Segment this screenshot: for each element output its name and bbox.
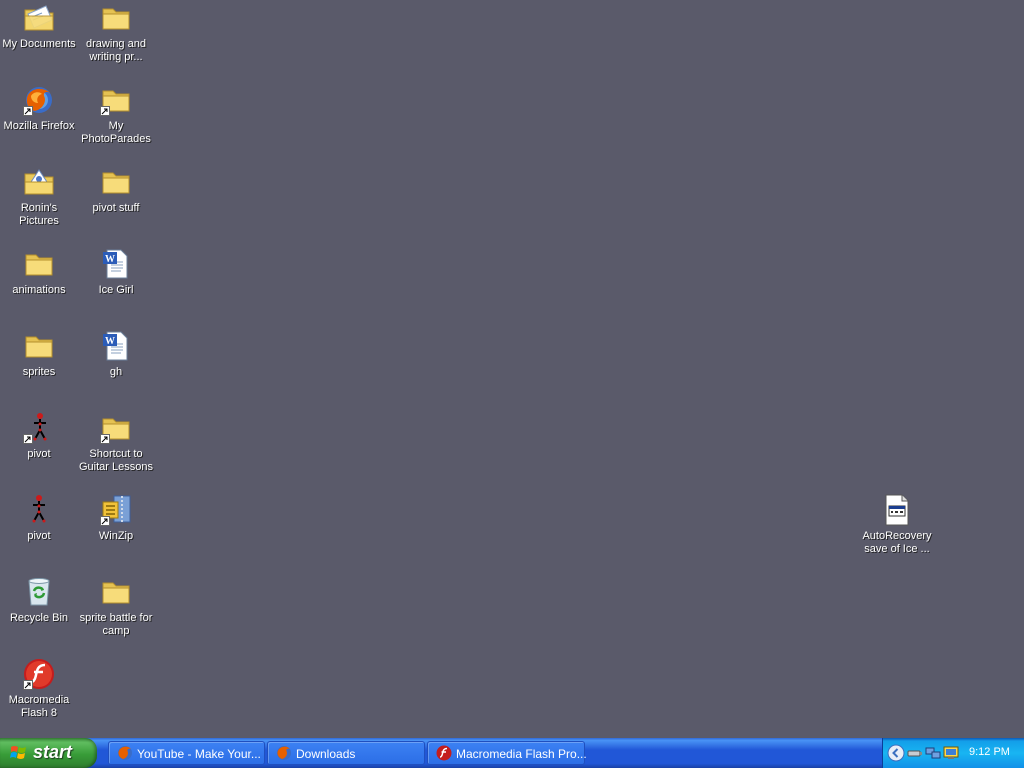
svg-text:W: W	[105, 336, 115, 347]
desktop-icon-winzip[interactable]: WinZip	[77, 494, 155, 543]
desktop-icon-label: animations	[12, 284, 66, 296]
show-hidden-icons-chevron-icon[interactable]	[887, 744, 905, 762]
desktop-icon-label: Mozilla Firefox	[3, 120, 75, 132]
firefox-icon	[118, 746, 132, 760]
desktop-icon-label: sprite battle for camp	[79, 612, 153, 637]
display-monitor-icon[interactable]	[943, 745, 959, 761]
folder-icon	[100, 84, 132, 116]
recycle-bin-icon	[23, 576, 55, 608]
svg-text:W: W	[105, 254, 115, 265]
desktop-icon-label: AutoRecovery save of Ice ...	[862, 530, 932, 555]
desktop-icon-label: pivot stuff	[92, 202, 140, 214]
folder-icon	[23, 248, 55, 280]
desktop-icon-pivot-stuff[interactable]: pivot stuff	[77, 166, 155, 215]
folder-icon	[100, 166, 132, 198]
word-document-icon: W	[100, 330, 132, 362]
pivot-stickman-icon	[23, 412, 55, 444]
winzip-icon	[100, 494, 132, 526]
shortcut-arrow-icon	[100, 106, 110, 116]
desktop-icon-label: drawing and writing pr...	[86, 38, 146, 63]
windows-logo-icon	[10, 746, 26, 759]
desktop-icon-pivot-shortcut[interactable]: pivot	[0, 412, 78, 461]
desktop[interactable]: My Documents Mozilla Firefox Ronin's Pic…	[0, 0, 1024, 738]
word-document-icon: W	[100, 248, 132, 280]
desktop-icon-label: Recycle Bin	[9, 612, 69, 624]
network-icon[interactable]	[925, 745, 941, 761]
flash-icon	[436, 745, 452, 761]
folder-icon	[100, 412, 132, 444]
my-documents-folder-icon	[23, 2, 55, 34]
firefox-icon	[23, 84, 55, 116]
desktop-icon-autorecovery-save[interactable]: AutoRecovery save of Ice ...	[858, 494, 936, 556]
usb-device-icon[interactable]	[907, 745, 923, 761]
desktop-icon-drawing-and-writing[interactable]: drawing and writing pr...	[77, 2, 155, 64]
desktop-icon-label: gh	[109, 366, 123, 378]
pivot-stickman-icon	[23, 494, 55, 526]
folder-icon	[23, 330, 55, 362]
folder-icon	[100, 2, 132, 34]
shortcut-arrow-icon	[23, 106, 33, 116]
desktop-icon-label: Ronin's Pictures	[19, 202, 59, 227]
desktop-icon-label: pivot	[27, 530, 51, 542]
desktop-icon-ronins-pictures[interactable]: Ronin's Pictures	[0, 166, 78, 228]
taskbar-button-macromedia-flash[interactable]: Macromedia Flash Pro...	[427, 741, 587, 765]
shortcut-arrow-icon	[23, 434, 33, 444]
desktop-icon-ice-girl[interactable]: W Ice Girl	[77, 248, 155, 297]
desktop-icon-pivot[interactable]: pivot	[0, 494, 78, 543]
taskbar: start YouTube - Make Your... Downloads M…	[0, 738, 1024, 768]
system-tray: 9:12 PM	[882, 738, 1024, 768]
flash-icon	[23, 658, 55, 690]
desktop-icon-recycle-bin[interactable]: Recycle Bin	[0, 576, 78, 625]
desktop-icon-label: Macromedia Flash 8	[8, 694, 70, 719]
pictures-folder-icon	[23, 166, 55, 198]
autorecovery-file-icon	[881, 494, 913, 526]
desktop-icon-label: Ice Girl	[98, 284, 134, 296]
shortcut-arrow-icon	[23, 680, 33, 690]
desktop-icon-macromedia-flash-8[interactable]: Macromedia Flash 8	[0, 658, 78, 720]
desktop-icon-gh[interactable]: W gh	[77, 330, 155, 379]
desktop-icon-label: pivot	[27, 448, 51, 460]
firefox-icon	[277, 746, 291, 760]
taskbar-button-label: YouTube - Make Your...	[137, 747, 261, 761]
taskbar-button-label: Downloads	[296, 747, 356, 761]
desktop-icon-animations[interactable]: animations	[0, 248, 78, 297]
start-label: start	[33, 742, 73, 762]
clock[interactable]: 9:12 PM	[969, 746, 1010, 758]
taskbar-button-label: Macromedia Flash Pro...	[456, 747, 587, 761]
start-button[interactable]: start	[0, 738, 97, 768]
desktop-icon-sprites[interactable]: sprites	[0, 330, 78, 379]
desktop-icon-label: My Documents	[2, 38, 76, 50]
shortcut-arrow-icon	[100, 516, 110, 526]
desktop-icon-my-documents[interactable]: My Documents	[0, 2, 78, 51]
folder-icon	[100, 576, 132, 608]
desktop-icon-shortcut-to-guitar-lessons[interactable]: Shortcut to Guitar Lessons	[77, 412, 155, 474]
desktop-icon-mozilla-firefox[interactable]: Mozilla Firefox	[0, 84, 78, 133]
desktop-icon-label: WinZip	[98, 530, 134, 542]
desktop-icon-sprite-battle-for-camp[interactable]: sprite battle for camp	[77, 576, 155, 638]
taskbar-button-youtube[interactable]: YouTube - Make Your...	[108, 741, 265, 765]
taskbar-button-downloads[interactable]: Downloads	[267, 741, 425, 765]
desktop-icon-label: Shortcut to Guitar Lessons	[79, 448, 153, 473]
desktop-icon-label: sprites	[22, 366, 56, 378]
desktop-icon-my-photoparades[interactable]: My PhotoParades	[77, 84, 155, 146]
desktop-icon-label: My PhotoParades	[81, 120, 151, 145]
shortcut-arrow-icon	[100, 434, 110, 444]
